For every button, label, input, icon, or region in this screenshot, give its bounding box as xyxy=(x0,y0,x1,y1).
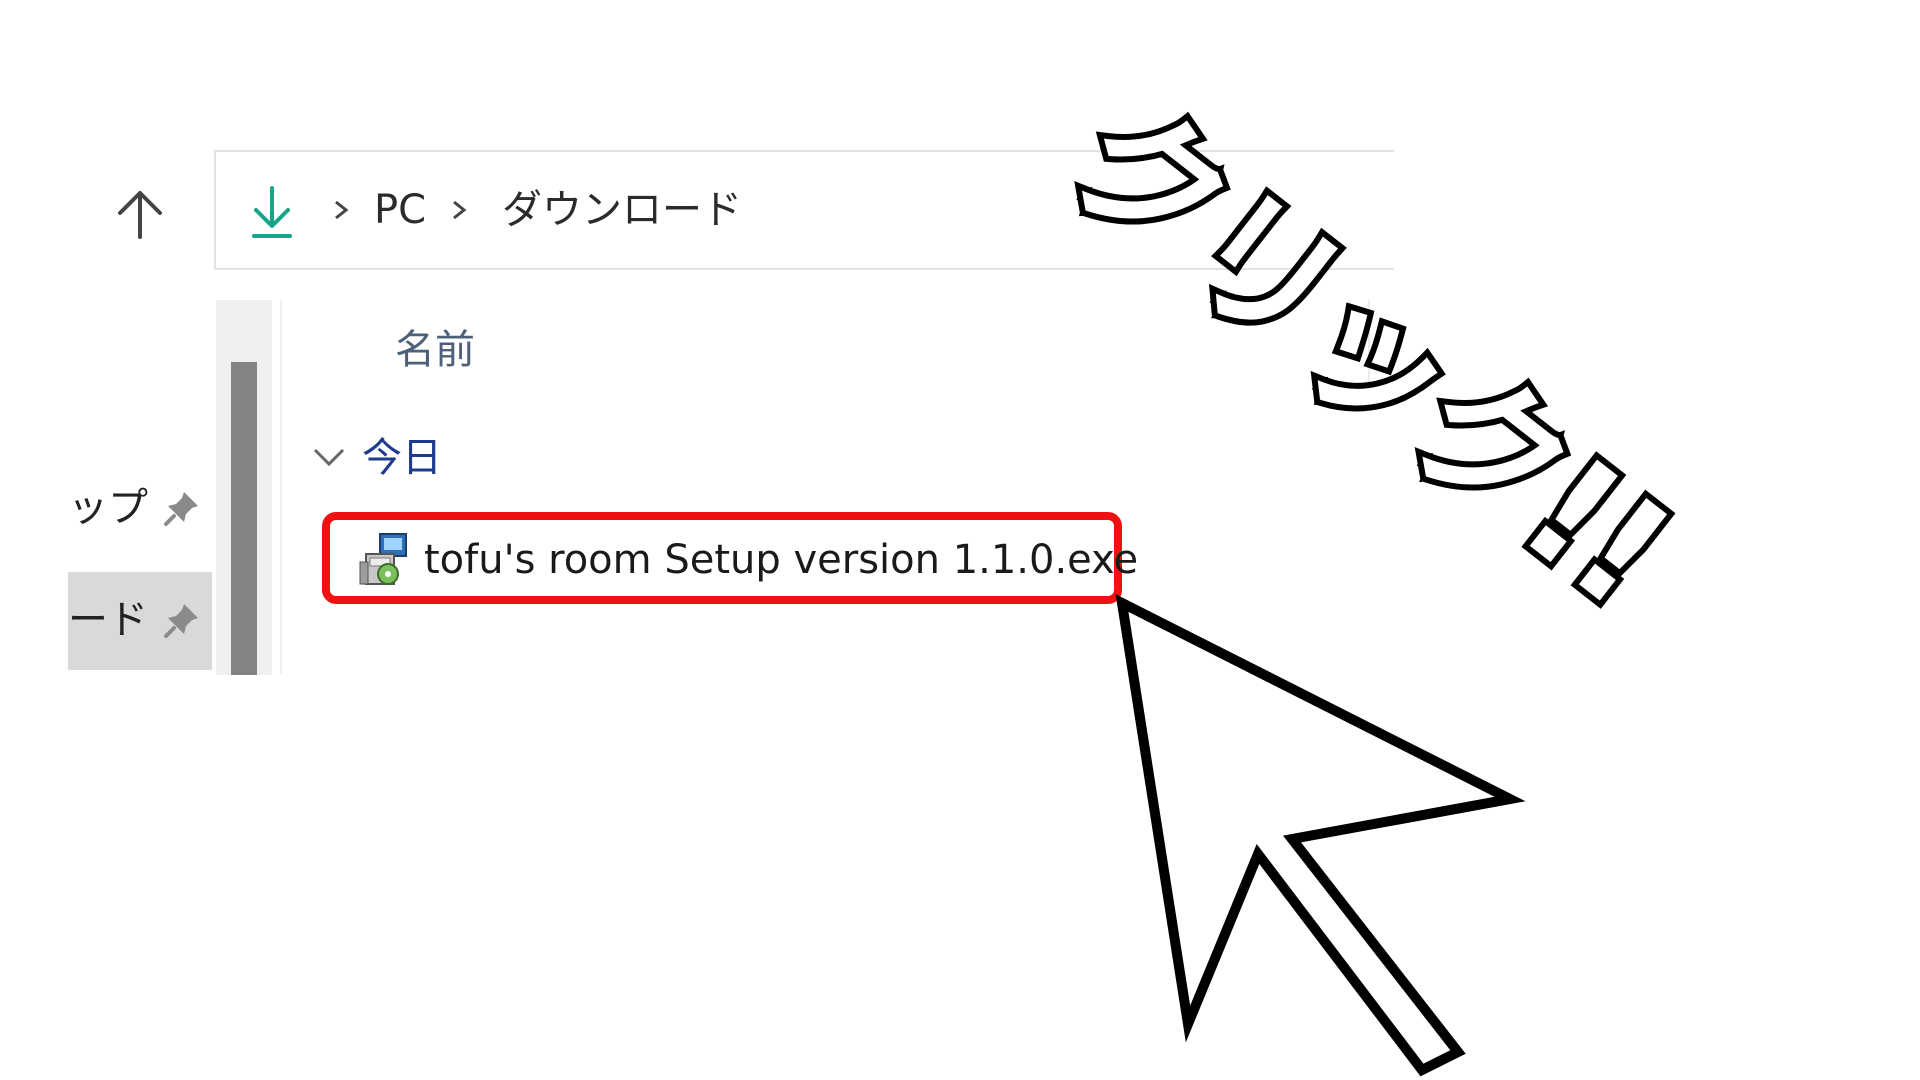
group-header-today[interactable]: 今日 xyxy=(362,434,442,482)
column-header-name[interactable]: 名前 xyxy=(395,326,475,374)
mouse-cursor-icon xyxy=(1115,594,1526,1077)
nav-scrollbar-thumb[interactable] xyxy=(231,362,257,675)
pin-icon[interactable] xyxy=(162,600,202,640)
breadcrumb-chevron-icon[interactable] xyxy=(448,198,470,222)
pin-icon[interactable] xyxy=(162,488,202,528)
breadcrumb-item-downloads[interactable]: ダウンロード xyxy=(502,186,742,234)
breadcrumb-chevron-icon[interactable] xyxy=(330,198,352,222)
file-row[interactable]: tofu's room Setup version 1.1.0.exe xyxy=(322,512,1138,604)
chevron-down-icon[interactable] xyxy=(312,446,346,468)
installer-icon xyxy=(359,533,407,585)
nav-item-desktop[interactable]: ップ xyxy=(68,460,212,558)
nav-item-label: ード xyxy=(68,597,148,643)
pane-divider xyxy=(280,300,282,675)
breadcrumb-item-pc[interactable]: PC xyxy=(374,186,426,234)
nav-scrollbar[interactable] xyxy=(216,300,272,675)
download-arrow-icon xyxy=(252,186,292,238)
nav-item-label: ップ xyxy=(68,485,148,531)
nav-item-downloads[interactable]: ード xyxy=(68,572,212,670)
file-name: tofu's room Setup version 1.1.0.exe xyxy=(424,537,1139,583)
up-arrow-icon[interactable] xyxy=(110,185,170,245)
